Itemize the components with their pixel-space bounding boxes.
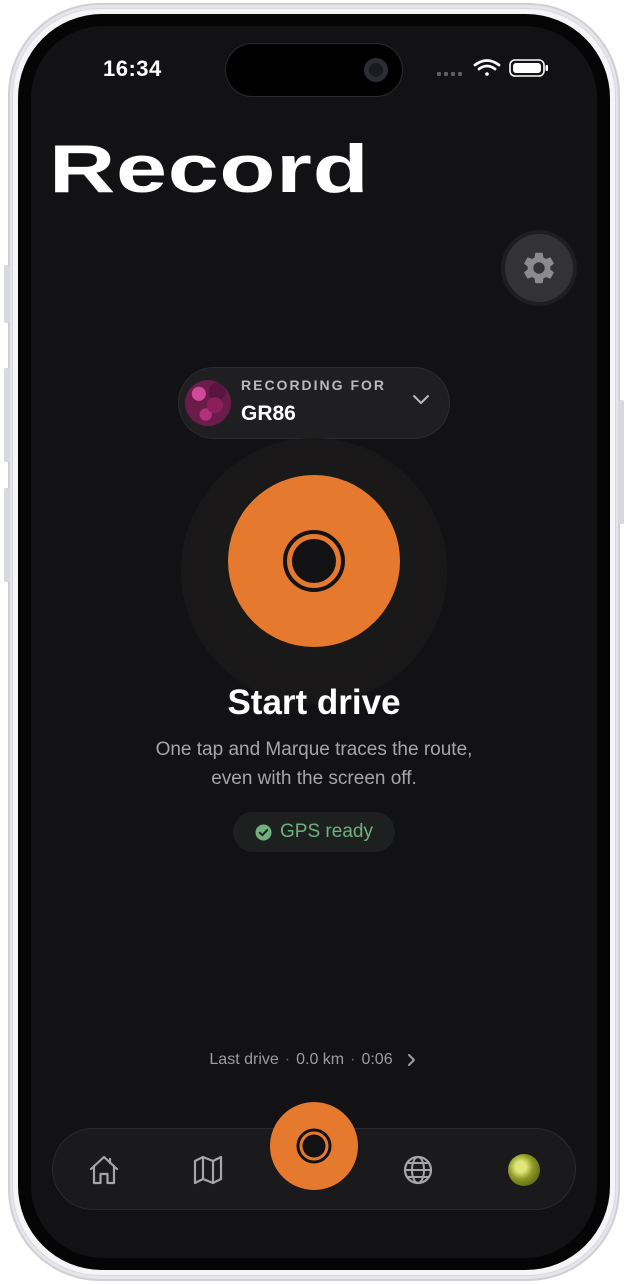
description-line-2: even with the screen off.	[211, 768, 417, 789]
tab-record[interactable]	[270, 1102, 358, 1190]
globe-icon	[403, 1155, 433, 1185]
signal-icon	[437, 72, 462, 76]
check-circle-icon	[255, 824, 272, 840]
start-drive-button[interactable]	[228, 475, 400, 647]
start-drive-description: One tap and Marque traces the route, eve…	[31, 735, 597, 793]
dynamic-island	[226, 44, 402, 96]
profile-avatar	[508, 1154, 540, 1186]
battery-icon	[509, 59, 548, 77]
last-drive-duration: 0:06	[361, 1051, 393, 1068]
home-icon	[89, 1155, 119, 1185]
vehicle-name: GR86	[241, 402, 296, 425]
last-drive-label: Last drive	[209, 1051, 279, 1068]
record-icon	[296, 1128, 332, 1164]
status-time: 16:34	[103, 56, 162, 81]
record-icon	[283, 530, 345, 592]
separator-dot: ·	[284, 1051, 291, 1068]
page-title: Record	[49, 131, 370, 207]
gps-status-text: GPS ready	[280, 821, 373, 842]
tab-globe[interactable]	[398, 1150, 438, 1190]
chevron-down-icon	[413, 395, 429, 404]
start-drive-heading: Start drive	[227, 683, 401, 722]
screen: 16:34 Record RECORDING FOR GR86 Start dr…	[31, 26, 597, 1258]
volume-up-button	[4, 368, 10, 462]
gps-status-badge: GPS ready	[233, 812, 395, 852]
status-icons	[437, 59, 548, 77]
tab-home[interactable]	[84, 1150, 124, 1190]
tab-map[interactable]	[188, 1150, 228, 1190]
action-button	[4, 265, 10, 323]
last-drive-link[interactable]: Last drive · 0.0 km · 0:06	[31, 1051, 597, 1069]
wifi-icon	[473, 59, 501, 76]
map-icon	[193, 1155, 223, 1185]
settings-button[interactable]	[505, 234, 573, 302]
chevron-right-icon	[407, 1054, 415, 1066]
recording-for-label: RECORDING FOR	[241, 377, 386, 393]
power-button	[618, 400, 624, 524]
separator-dot: ·	[350, 1051, 356, 1068]
front-camera	[364, 58, 388, 82]
volume-down-button	[4, 488, 10, 582]
last-drive-distance: 0.0 km	[296, 1051, 345, 1068]
gear-icon	[524, 252, 554, 284]
vehicle-avatar	[185, 380, 231, 426]
description-line-1: One tap and Marque traces the route,	[155, 739, 473, 760]
tab-profile[interactable]	[504, 1150, 544, 1190]
vehicle-picker[interactable]: RECORDING FOR GR86	[178, 367, 450, 439]
